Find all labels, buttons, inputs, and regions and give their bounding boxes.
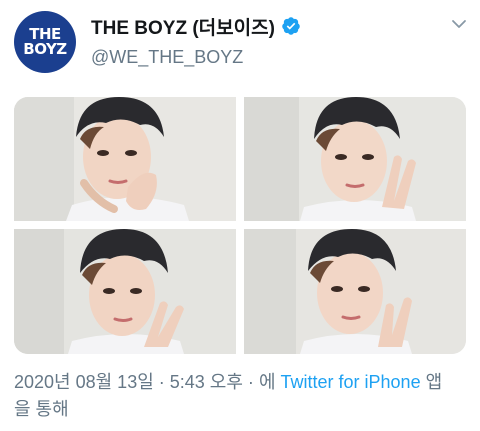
photo-4-image bbox=[244, 229, 466, 354]
media-grid bbox=[14, 97, 466, 354]
photo-1[interactable] bbox=[14, 97, 236, 221]
photo-4[interactable] bbox=[244, 229, 466, 354]
tweet-header: THE BOYZ THE BOYZ (더보이즈) @WE_THE_BOYZ bbox=[0, 0, 480, 92]
photo-2-image bbox=[244, 97, 466, 221]
avatar-logo-line2: BOYZ bbox=[23, 40, 67, 58]
photo-3[interactable] bbox=[14, 229, 236, 354]
chevron-down-icon[interactable] bbox=[449, 14, 469, 34]
via-prefix: 에 bbox=[258, 372, 276, 392]
tweet-timestamp[interactable]: 2020년 08월 13일 · 5:43 오후 · bbox=[14, 372, 254, 392]
tweet-meta: 2020년 08월 13일 · 5:43 오후 · 에 Twitter for … bbox=[14, 369, 454, 423]
display-name[interactable]: THE BOYZ (더보이즈) bbox=[91, 13, 275, 40]
author-handle[interactable]: @WE_THE_BOYZ bbox=[91, 47, 301, 68]
display-name-row: THE BOYZ (더보이즈) bbox=[91, 13, 301, 40]
avatar[interactable]: THE BOYZ bbox=[14, 11, 76, 73]
tweet-card: THE BOYZ THE BOYZ (더보이즈) @WE_THE_BOYZ 20… bbox=[0, 0, 480, 431]
source-app-link[interactable]: Twitter for iPhone bbox=[281, 372, 421, 392]
photo-3-image bbox=[14, 229, 236, 354]
author-names: THE BOYZ (더보이즈) @WE_THE_BOYZ bbox=[91, 14, 301, 68]
photo-2[interactable] bbox=[244, 97, 466, 221]
photo-1-image bbox=[14, 97, 236, 221]
verified-badge-icon bbox=[282, 17, 300, 35]
